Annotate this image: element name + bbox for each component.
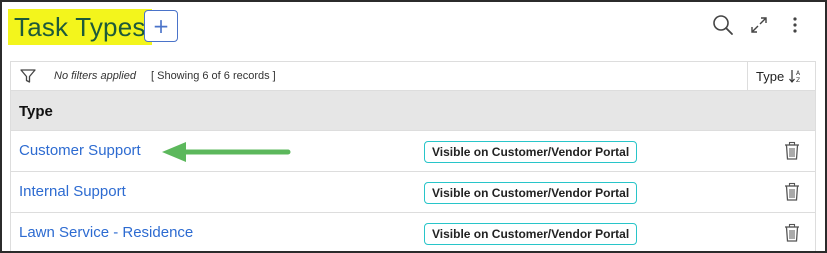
- task-type-link[interactable]: Customer Support: [19, 142, 141, 159]
- portal-visibility-badge: Visible on Customer/Vendor Portal: [424, 141, 638, 163]
- plus-icon: +: [152, 14, 170, 38]
- task-types-panel: Task Types + No filters applied [Showin…: [0, 0, 827, 253]
- more-options-button[interactable]: [782, 12, 808, 38]
- table-row: Lawn Service - Residence Visible on Cust…: [10, 213, 816, 251]
- svg-text:Z: Z: [796, 77, 800, 84]
- page-title: Task Types: [8, 9, 152, 45]
- sort-label: Type: [756, 68, 785, 84]
- table-row: Internal Support Visible on Customer/Ven…: [10, 172, 816, 213]
- column-header-type[interactable]: Type: [10, 91, 816, 131]
- filter-bar: No filters applied [ Showing 6 of 6 reco…: [10, 61, 816, 91]
- record-count: [ Showing 6 of 6 records ]: [151, 70, 276, 82]
- sort-button[interactable]: Type A Z: [747, 62, 815, 90]
- funnel-icon[interactable]: [19, 67, 37, 85]
- task-type-link[interactable]: Lawn Service - Residence: [19, 224, 193, 241]
- portal-visibility-badge: Visible on Customer/Vendor Portal: [424, 223, 638, 245]
- search-icon: [713, 15, 733, 35]
- trash-icon[interactable]: [783, 223, 801, 243]
- column-header-label: Type: [19, 103, 53, 120]
- svg-text:A: A: [796, 70, 801, 77]
- panel-header: Task Types +: [6, 6, 821, 56]
- task-type-link[interactable]: Internal Support: [19, 183, 126, 200]
- vertical-dots-icon: [793, 17, 797, 33]
- trash-icon[interactable]: [783, 141, 801, 161]
- expand-button[interactable]: [746, 12, 772, 38]
- expand-icon: [751, 17, 767, 33]
- arrow-left-icon: [162, 142, 291, 162]
- table-row: Customer Support Visible on Customer/Ven…: [10, 131, 816, 172]
- filter-status: No filters applied: [54, 70, 136, 82]
- portal-visibility-badge: Visible on Customer/Vendor Portal: [424, 182, 638, 204]
- sort-az-icon: A Z: [789, 70, 801, 84]
- trash-icon[interactable]: [783, 182, 801, 202]
- search-button[interactable]: [710, 12, 736, 38]
- add-task-type-button[interactable]: +: [144, 10, 178, 42]
